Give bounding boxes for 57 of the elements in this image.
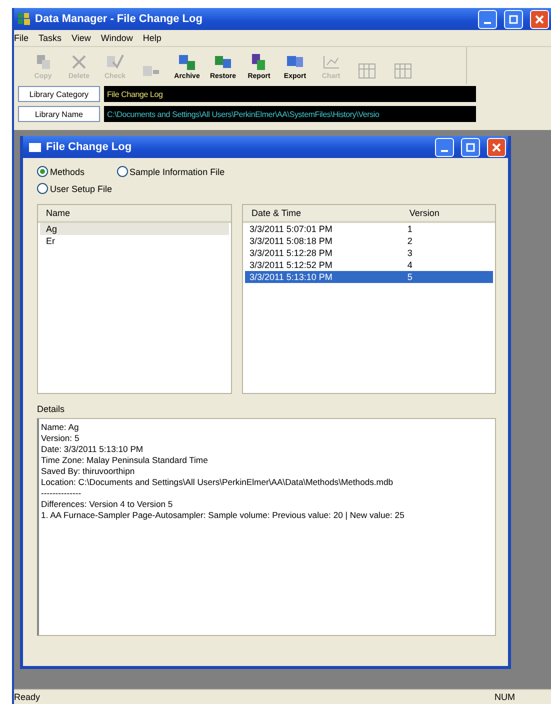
- grid-icon: [358, 62, 376, 80]
- maximize-button[interactable]: [461, 138, 480, 157]
- column-header[interactable]: Version: [401, 208, 495, 218]
- details-line: Time Zone: Malay Peninsula Standard Time: [41, 455, 209, 466]
- menu-item[interactable]: Window: [100, 33, 133, 44]
- dialog-title: File Change Log: [46, 141, 133, 154]
- close-icon: [492, 142, 501, 152]
- check-icon: [106, 53, 124, 72]
- status-text: Ready: [14, 692, 40, 702]
- library-button[interactable]: Library Category: [18, 86, 100, 102]
- num-lock-indicator: NUM: [494, 692, 515, 702]
- minimize-button[interactable]: [435, 138, 454, 157]
- close-icon: [535, 14, 544, 24]
- report-icon: [250, 53, 268, 72]
- menu-item[interactable]: Tasks: [38, 33, 62, 44]
- chart-icon: [322, 53, 340, 72]
- details-line: 1. AA Furnace-Sampler Page-Autosampler: Sample volume: Previous value: 20 | New value: 25: [41, 510, 406, 522]
- radio-button[interactable]: Methods: [37, 166, 85, 178]
- maximize-icon: [466, 142, 475, 152]
- radio-button[interactable]: User Setup File: [37, 183, 112, 194]
- maximize-icon: [509, 14, 518, 24]
- list-row[interactable]: 3/3/2011 5:07:01 PM 1: [245, 223, 493, 236]
- archive-icon: [178, 53, 196, 72]
- details-line: Version: 5: [41, 433, 80, 444]
- column-header[interactable]: Date & Time: [243, 208, 402, 218]
- grid-icon: [394, 62, 412, 80]
- details-line: Name: Ag: [41, 422, 80, 434]
- list-row[interactable]: 3/3/2011 5:12:52 PM 4: [245, 259, 493, 272]
- menu-item[interactable]: File: [14, 33, 29, 44]
- library-field: File Change Log: [104, 86, 476, 102]
- minimize-button[interactable]: [478, 10, 497, 29]
- window-title: Data Manager - File Change Log: [35, 13, 204, 26]
- list-row[interactable]: 3/3/2011 5:13:10 PM 5: [245, 271, 493, 284]
- details-label: Details: [37, 404, 66, 414]
- list-item[interactable]: Ag: [40, 223, 230, 236]
- details-line: Date: 3/3/2011 5:13:10 PM: [41, 444, 144, 456]
- minimize-icon: [484, 22, 491, 24]
- menu-item[interactable]: View: [72, 33, 91, 44]
- details-line: --------------: [41, 488, 82, 500]
- menu-item[interactable]: Help: [142, 33, 162, 44]
- window-icon: [29, 142, 41, 152]
- copy-icon: [34, 53, 52, 72]
- radio-button[interactable]: Sample Information File: [116, 166, 225, 178]
- list-row[interactable]: 3/3/2011 5:12:28 PM 3: [245, 247, 493, 260]
- app-icon: [18, 13, 30, 26]
- close-button[interactable]: [487, 138, 506, 157]
- details-line: Location: C:\Documents and Settings\All Users\PerkinElmer\AA\Data\Methods\Methods.mdb: [41, 477, 394, 488]
- details-line: Differences: Version 4 to Version 5: [41, 499, 174, 510]
- list-row[interactable]: 3/3/2011 5:08:18 PM 2: [245, 235, 493, 248]
- library-button[interactable]: Library Name: [18, 106, 100, 122]
- minimize-icon: [441, 150, 448, 152]
- details-line: Saved By: thiruvoorthipn: [41, 466, 136, 478]
- list-item[interactable]: Er: [40, 235, 230, 248]
- delete-icon: [70, 53, 88, 72]
- close-button[interactable]: [530, 10, 549, 29]
- maximize-button[interactable]: [504, 10, 523, 29]
- library-field: C:\Documents and Settings\All Users\PerkinElmer\AA\SystemFiles\History\Versio: [104, 106, 476, 122]
